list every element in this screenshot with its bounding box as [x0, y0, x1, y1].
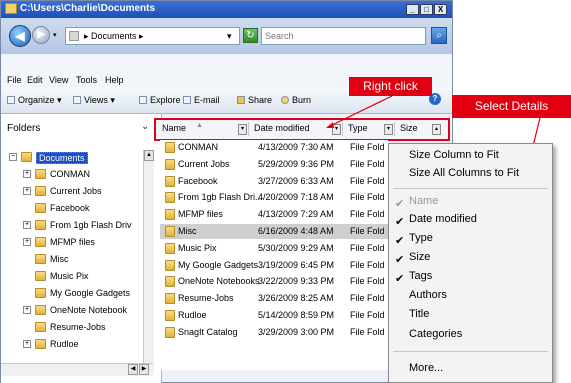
checkmark-icon: ✔ [395, 235, 405, 247]
checkmark-icon: ✔ [395, 198, 405, 210]
context-menu-item[interactable]: Categories [409, 328, 462, 340]
context-menu-item[interactable]: More... [409, 362, 443, 374]
context-menu-item[interactable]: Tags [409, 270, 432, 282]
context-menu-item[interactable]: Date modified [409, 213, 477, 225]
arrow-head-icon [326, 122, 334, 128]
checkmark-icon: ✔ [395, 216, 405, 228]
right-click-arrow [327, 95, 393, 128]
context-menu-item[interactable]: Size Column to Fit [409, 149, 499, 161]
context-menu-item[interactable]: Authors [409, 289, 447, 301]
context-menu-item[interactable]: Size [409, 251, 430, 263]
checkmark-icon: ✔ [395, 273, 405, 285]
context-menu-item: Name [409, 195, 439, 207]
context-menu-item[interactable]: Size All Columns to Fit [409, 167, 519, 179]
checkmark-icon: ✔ [395, 254, 405, 266]
context-menu-item[interactable]: Title [409, 308, 429, 320]
right-click-callout: Right click [349, 77, 432, 96]
select-details-callout: Select Details [452, 95, 571, 118]
column-context-menu: Size Column to Fit Size All Columns to Fi… [388, 143, 553, 383]
context-menu-item[interactable]: Type [409, 232, 433, 244]
menu-separator [393, 351, 548, 352]
menu-separator [393, 188, 548, 189]
